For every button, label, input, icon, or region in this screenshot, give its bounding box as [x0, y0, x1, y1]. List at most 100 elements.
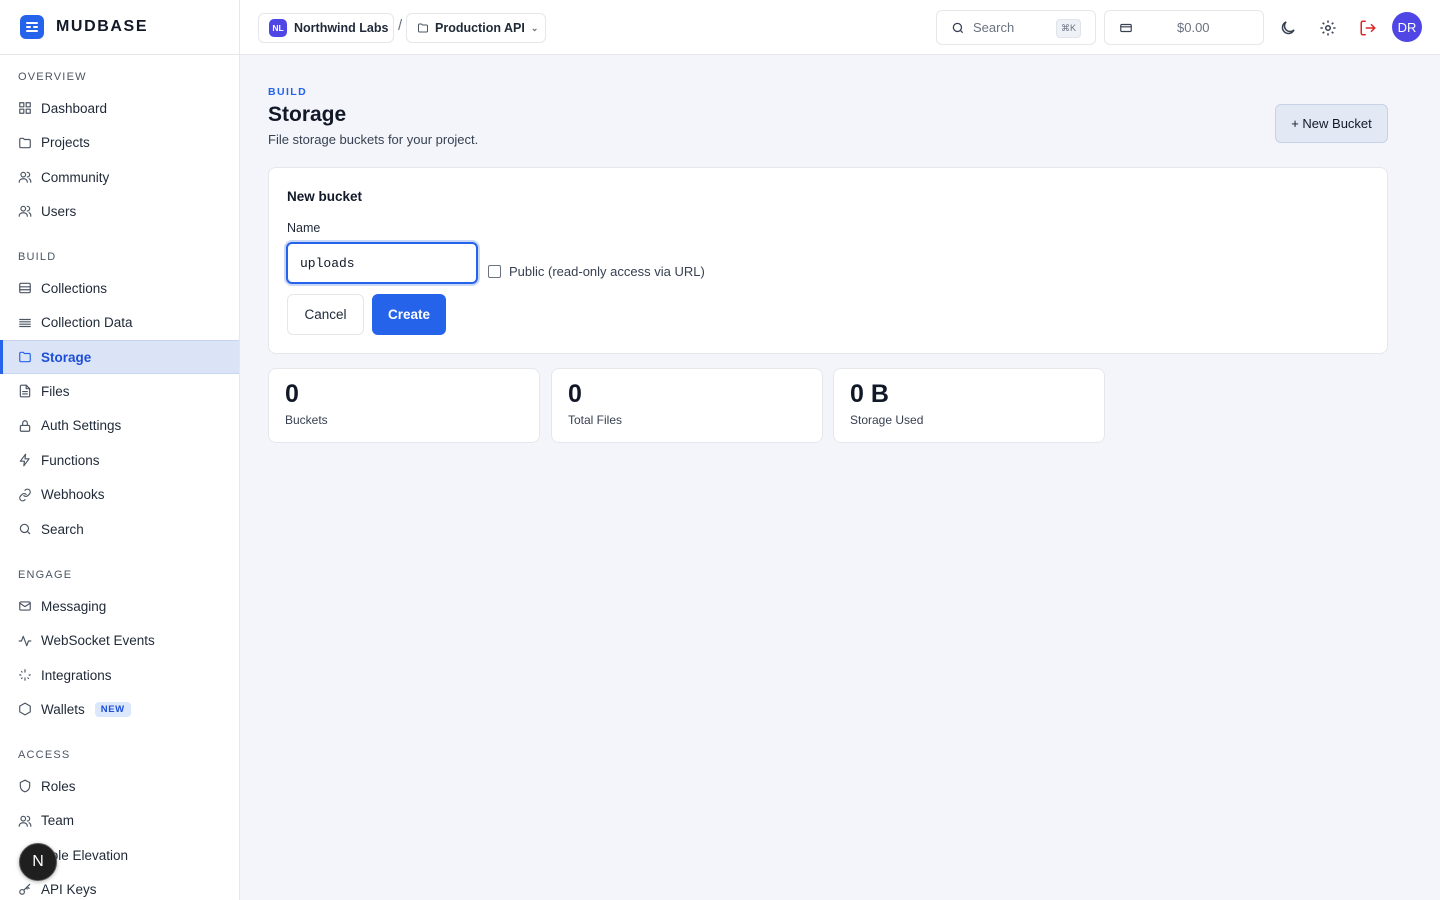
- balance-value: $0.00: [1177, 20, 1210, 35]
- sidebar-item-wallets[interactable]: Wallets NEW: [0, 692, 239, 727]
- sidebar-item-search[interactable]: Search: [0, 512, 239, 547]
- create-button[interactable]: Create: [372, 294, 446, 335]
- sidebar-item-label: Projects: [41, 135, 90, 151]
- public-label: Public (read-only access via URL): [509, 264, 705, 279]
- shield-icon: [18, 779, 32, 793]
- sidebar-item-label: Collections: [41, 280, 108, 296]
- file-icon: [18, 384, 32, 398]
- nav-heading: ENGAGE: [18, 569, 73, 581]
- page-eyebrow: BUILD: [268, 86, 308, 98]
- sidebar-item-label: Team: [41, 813, 75, 829]
- org-switcher[interactable]: NL Northwind Labs: [258, 13, 394, 43]
- cancel-button[interactable]: Cancel: [287, 294, 364, 335]
- stat-label: Buckets: [285, 413, 328, 427]
- link-icon: [18, 488, 32, 502]
- folder-icon: [417, 22, 435, 34]
- search-shortcut: ⌘K: [1055, 19, 1081, 38]
- public-checkbox[interactable]: [488, 265, 501, 278]
- sidebar-item-label: Integrations: [41, 667, 112, 683]
- sidebar-item-label: Dashboard: [41, 100, 108, 116]
- nav-heading: OVERVIEW: [18, 71, 87, 83]
- sidebar-item-label: Roles: [41, 778, 76, 794]
- sidebar-item-projects[interactable]: Projects: [0, 125, 239, 160]
- nav-heading: BUILD: [18, 251, 57, 263]
- sidebar-item-storage[interactable]: Storage: [0, 339, 239, 375]
- users-icon: [18, 170, 32, 184]
- settings-gear-icon[interactable]: [1316, 16, 1340, 40]
- logout-icon[interactable]: [1356, 16, 1380, 40]
- sparkle-icon: [18, 668, 32, 682]
- new-bucket-form: New bucket Name Public (read-only access…: [268, 167, 1388, 354]
- brand-name: MUDBASE: [56, 18, 149, 35]
- stat-label: Storage Used: [850, 413, 924, 427]
- search-placeholder: Search: [973, 20, 1015, 35]
- sidebar-item-dashboard[interactable]: Dashboard: [0, 91, 239, 126]
- sidebar-item-roles[interactable]: Roles: [0, 769, 239, 804]
- sidebar-item-label: Wallets: [41, 701, 85, 717]
- sidebar-item-collection-data[interactable]: Collection Data: [0, 305, 239, 340]
- folder-icon: [18, 136, 32, 150]
- public-option[interactable]: Public (read-only access via URL): [488, 264, 705, 279]
- balance-button[interactable]: $0.00: [1104, 10, 1264, 45]
- org-avatar: NL: [269, 19, 287, 37]
- users-icon: [18, 204, 32, 218]
- sidebar-item-users[interactable]: Users: [0, 194, 239, 229]
- sidebar-item-functions[interactable]: Functions: [0, 443, 239, 478]
- grid-icon: [18, 101, 32, 115]
- breadcrumb-separator: /: [398, 17, 403, 34]
- list-icon: [18, 316, 32, 330]
- sidebar-item-label: Files: [41, 383, 70, 399]
- stat-value: 0 B: [850, 380, 889, 408]
- page-subtitle: File storage buckets for your project.: [268, 132, 479, 147]
- sidebar-item-label: Webhooks: [41, 487, 105, 503]
- sidebar-item-webhooks[interactable]: Webhooks: [0, 477, 239, 512]
- brand[interactable]: MUDBASE: [0, 0, 239, 55]
- sidebar-item-label: Search: [41, 521, 84, 537]
- search-icon: [18, 522, 32, 536]
- stat-value: 0: [285, 380, 299, 408]
- user-avatar[interactable]: DR: [1392, 12, 1422, 42]
- database-icon: [18, 281, 32, 295]
- sidebar-item-label: Community: [41, 169, 110, 185]
- chevron-down-icon: ⌄: [530, 22, 539, 33]
- sidebar-item-label: Auth Settings: [41, 418, 122, 434]
- stat-card-buckets: 0 Buckets: [268, 368, 540, 443]
- name-label: Name: [287, 221, 321, 235]
- stat-card-total-files: 0 Total Files: [551, 368, 823, 443]
- org-name: Northwind Labs: [294, 21, 389, 35]
- search-icon: [952, 22, 964, 33]
- new-bucket-button[interactable]: + New Bucket: [1275, 104, 1388, 143]
- credit-card-icon: [1120, 23, 1132, 32]
- topbar: NL Northwind Labs / Production API ⌄ Sea…: [240, 0, 1440, 55]
- page-title: Storage: [268, 103, 347, 126]
- sidebar-item-label: WebSocket Events: [41, 633, 155, 649]
- stat-card-storage-used: 0 B Storage Used: [833, 368, 1105, 443]
- bolt-icon: [18, 453, 32, 467]
- sidebar-item-label: Messaging: [41, 598, 107, 614]
- sidebar-item-auth-settings[interactable]: Auth Settings: [0, 409, 239, 444]
- theme-toggle-moon-icon[interactable]: [1276, 16, 1300, 40]
- bucket-name-input[interactable]: [286, 242, 478, 284]
- main-content: BUILD Storage File storage buckets for y…: [240, 56, 1440, 900]
- sidebar-item-community[interactable]: Community: [0, 160, 239, 195]
- sidebar-item-label: Functions: [41, 452, 100, 468]
- stat-label: Total Files: [568, 413, 623, 427]
- sidebar-item-messaging[interactable]: Messaging: [0, 589, 239, 624]
- sidebar-item-collections[interactable]: Collections: [0, 271, 239, 306]
- key-icon: [18, 882, 32, 896]
- sidebar-item-team[interactable]: Team: [0, 803, 239, 838]
- project-name: Production API: [435, 21, 525, 35]
- sidebar-item-files[interactable]: Files: [0, 374, 239, 409]
- sidebar-item-label: Storage: [41, 349, 92, 365]
- stat-value: 0: [568, 380, 582, 408]
- lock-icon: [18, 419, 32, 433]
- sidebar-item-label: API Keys: [41, 881, 97, 897]
- users-icon: [18, 814, 32, 828]
- project-switcher[interactable]: Production API ⌄: [406, 13, 546, 43]
- sidebar-item-websocket-events[interactable]: WebSocket Events: [0, 623, 239, 658]
- floating-assistant-button[interactable]: N: [19, 843, 57, 881]
- form-title: New bucket: [287, 189, 363, 204]
- search-button[interactable]: Search ⌘K: [936, 10, 1096, 45]
- sidebar-item-integrations[interactable]: Integrations: [0, 658, 239, 693]
- hexagon-icon: [18, 702, 32, 716]
